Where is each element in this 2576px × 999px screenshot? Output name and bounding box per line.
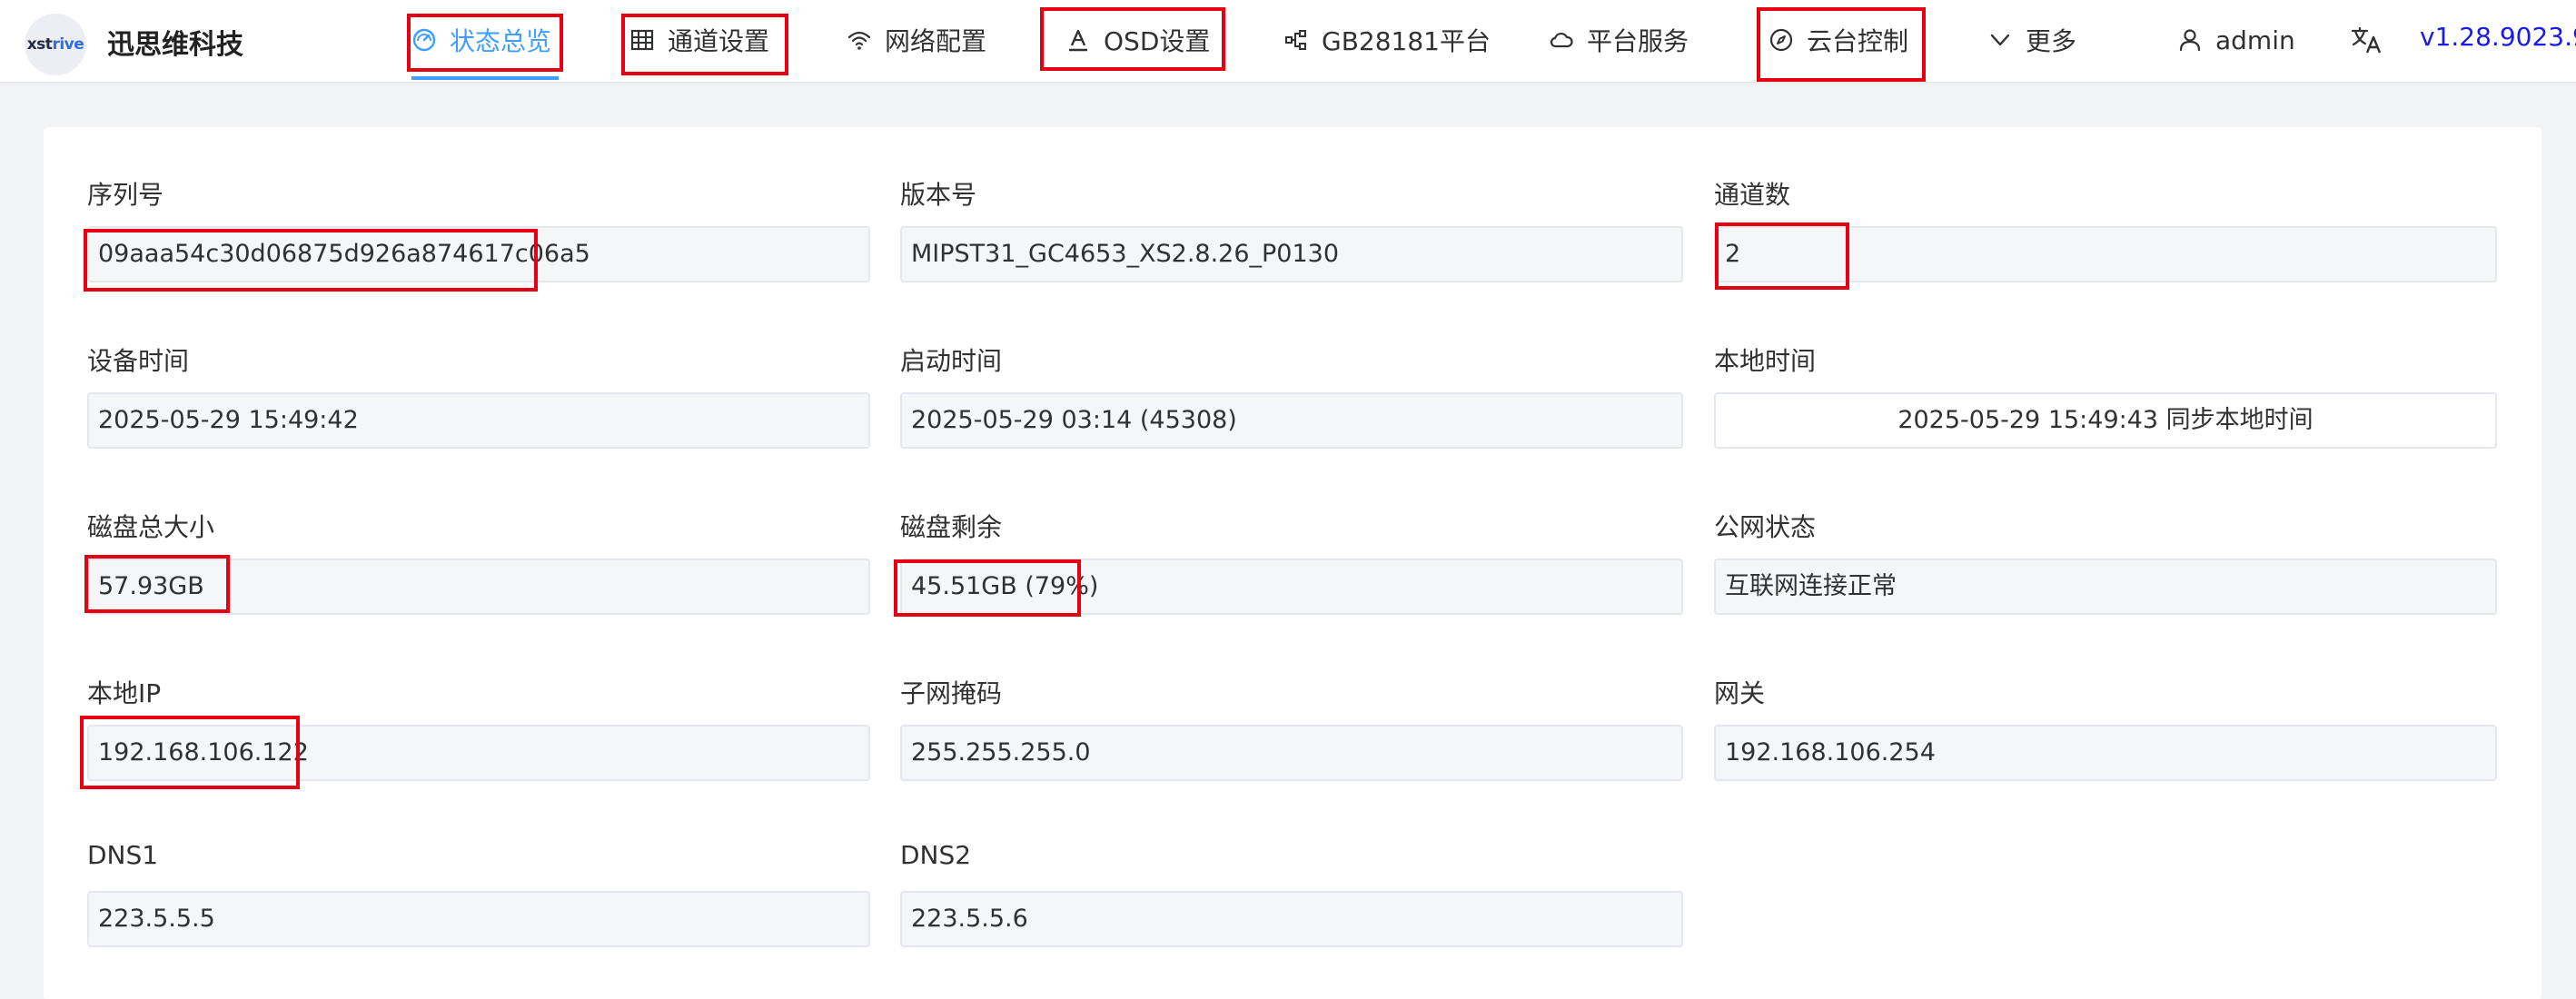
serial-number-field: 09aaa54c30d06875d926a874617c06a5 [87, 226, 870, 282]
boot-time-label: 启动时间 [900, 346, 1003, 376]
dns1-label: DNS1 [87, 840, 159, 870]
nav-label: 更多 [2026, 26, 2077, 56]
firmware-version-field: MIPST31_GC4653_XS2.8.26_P0130 [900, 226, 1683, 282]
wan-status-field: 互联网连接正常 [1714, 559, 2497, 615]
logo-text-accent: rive [52, 35, 84, 54]
local-time-label: 本地时间 [1714, 346, 1817, 376]
logo: xst rive [25, 14, 86, 75]
gateway-field: 192.168.106.254 [1714, 725, 2497, 781]
local-ip-field: 192.168.106.122 [87, 725, 870, 781]
serial-number-label: 序列号 [87, 180, 164, 210]
gateway-label: 网关 [1714, 678, 1766, 708]
wifi-icon [847, 27, 872, 53]
translate-icon [2351, 25, 2383, 54]
subnet-mask-label: 子网掩码 [900, 678, 1003, 708]
nav-label: 通道设置 [668, 26, 770, 56]
nav-network-config[interactable]: 网络配置 [847, 0, 986, 80]
user-icon [2177, 27, 2203, 53]
channel-count-field: 2 [1714, 226, 2497, 282]
dns1-field: 223.5.5.5 [87, 891, 870, 947]
nav-label: 状态总览 [450, 26, 552, 56]
wan-status-label: 公网状态 [1714, 512, 1817, 542]
disk-total-label: 磁盘总大小 [87, 512, 215, 542]
nav-more[interactable]: 更多 [1987, 0, 2076, 80]
user-name: admin [2215, 25, 2295, 55]
user-menu[interactable]: admin [2177, 0, 2295, 80]
version-label: v1.28.9023.91 [2420, 22, 2576, 52]
channel-count-label: 通道数 [1714, 180, 1791, 210]
nav-channel-settings[interactable]: 通道设置 [629, 0, 769, 80]
nav-label: OSD设置 [1104, 26, 1211, 56]
nav-label: GB28181平台 [1322, 26, 1491, 56]
language-switch[interactable] [2351, 0, 2383, 80]
nav-status-overview[interactable]: 状态总览 [411, 0, 551, 80]
brand-name: 迅思维科技 [107, 29, 243, 61]
share-icon [1283, 27, 1309, 53]
nav-label: 平台服务 [1587, 26, 1689, 56]
logo-text-main: xst [26, 35, 53, 54]
device-time-label: 设备时间 [87, 346, 190, 376]
dns2-field: 223.5.5.6 [900, 891, 1683, 947]
nav-label: 网络配置 [885, 26, 987, 56]
dns2-label: DNS2 [900, 840, 972, 870]
text-format-icon [1065, 27, 1091, 53]
boot-time-field: 2025-05-29 03:14 (45308) [900, 392, 1683, 449]
compass-icon [1769, 27, 1794, 53]
dashboard-icon [411, 27, 437, 53]
firmware-version-label: 版本号 [900, 180, 977, 210]
disk-free-field: 45.51GB (79%) [900, 559, 1683, 615]
grid-icon [629, 27, 655, 53]
sync-local-time-button[interactable]: 2025-05-29 15:49:43 同步本地时间 [1714, 392, 2497, 449]
chevron-down-icon [1987, 27, 2013, 53]
top-header: xst rive 迅思维科技 状态总览 通道设置 网络配置 OSD设置 GB281 [0, 0, 2576, 83]
nav-osd-settings[interactable]: OSD设置 [1065, 0, 1210, 80]
nav-ptz-control[interactable]: 云台控制 [1769, 0, 1908, 80]
disk-free-label: 磁盘剩余 [900, 512, 1003, 542]
nav-label: 云台控制 [1807, 26, 1909, 56]
active-tab-indicator [411, 76, 559, 80]
nav-gb28181-platform[interactable]: GB28181平台 [1283, 0, 1491, 80]
disk-total-field: 57.93GB [87, 559, 870, 615]
cloud-icon [1549, 27, 1574, 53]
device-time-field: 2025-05-29 15:49:42 [87, 392, 870, 449]
local-ip-label: 本地IP [87, 678, 162, 708]
nav-platform-services[interactable]: 平台服务 [1549, 0, 1689, 80]
subnet-mask-field: 255.255.255.0 [900, 725, 1683, 781]
